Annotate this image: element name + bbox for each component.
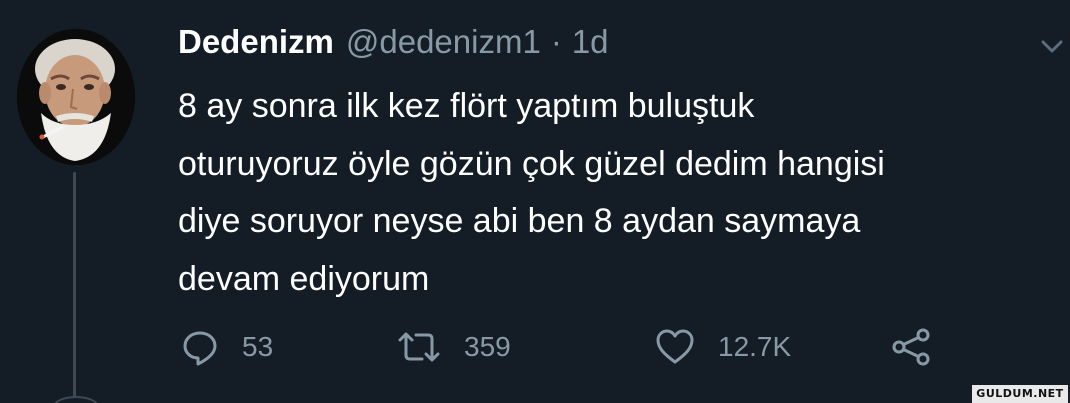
tweet-text-line: devam ediyorum [178,259,430,298]
avatar[interactable] [17,29,135,165]
like-count: 12.7K [718,331,792,362]
share-button[interactable] [890,322,934,372]
tweet-card: Dedenizm @dedenizm1 · 1d 8 ay sonra ilk … [0,0,1070,403]
tweet-text-line: 8 ay sonra ilk kez flört yaptım buluştuk [178,87,755,125]
author-handle[interactable]: @dedenizm1 [346,23,541,61]
author-name[interactable]: Dedenizm [178,23,334,61]
tweet-text-line: diye soruyor neyse abi ben 8 aydan sayma… [178,202,861,240]
tweet-text-line: oturuyoruz öyle gözün çok güzel dedim ha… [178,144,885,183]
watermark: GULDUM.NET [972,385,1068,403]
next-avatar-edge [52,396,100,403]
tweet-time[interactable]: 1d [572,23,609,61]
avatar-image [17,29,135,165]
like-button[interactable]: 12.7K [654,322,791,372]
reply-count: 53 [242,331,274,362]
thread-line [73,172,76,403]
retweet-icon [396,327,442,367]
tweet-actions: 53 359 12.7K [178,322,978,372]
retweet-button[interactable]: 359 [396,322,511,372]
tweet-header: Dedenizm @dedenizm1 · 1d [178,23,609,67]
reply-button[interactable]: 53 [180,322,273,372]
header-separator: · [550,23,562,60]
retweet-count: 359 [464,331,511,362]
reply-icon [180,327,220,367]
share-icon [890,327,934,367]
like-icon [654,327,696,367]
chevron-down-icon[interactable] [1040,38,1064,56]
tweet-text: 8 ay sonra ilk kez flört yaptım buluştuk… [178,78,1058,308]
